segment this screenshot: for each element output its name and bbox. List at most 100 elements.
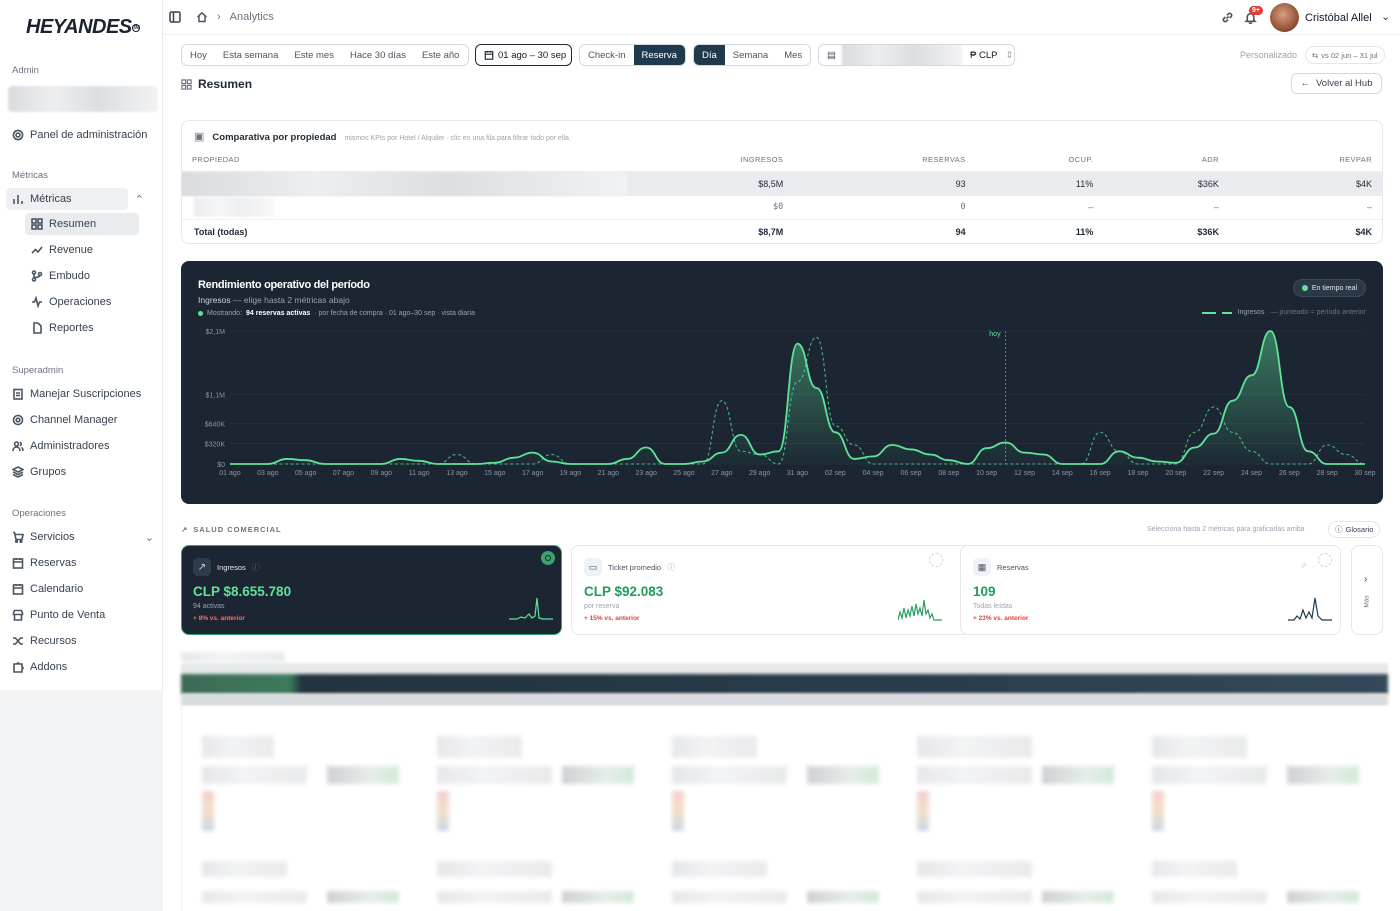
x-tick-label: 24 sep bbox=[1241, 470, 1262, 477]
org-selector[interactable] bbox=[8, 86, 158, 112]
x-tick-label: 04 sep bbox=[863, 470, 884, 477]
sidebar-item-revenue[interactable]: Revenue bbox=[25, 240, 139, 260]
kpi-card-reservas[interactable]: ▦ Reservas ⇗ 109 Todas leídas + 23% vs. … bbox=[960, 545, 1341, 635]
range-este-ano[interactable]: Este año bbox=[414, 45, 468, 65]
kpi-sub: 94 activas bbox=[193, 603, 225, 610]
y-tick-label: $1,1M bbox=[206, 392, 226, 399]
chevron-down-icon[interactable]: ⌄ bbox=[1381, 10, 1390, 23]
kpi-value: 109 bbox=[973, 584, 996, 599]
property-name bbox=[182, 171, 627, 196]
sidebar-section-operaciones: Operaciones bbox=[12, 508, 66, 519]
select-circle-icon[interactable] bbox=[929, 553, 943, 567]
kpi-delta: + 23% vs. anterior bbox=[973, 615, 1029, 622]
brand-logo[interactable]: HEYANDESTM bbox=[26, 16, 140, 39]
info-icon[interactable]: ⓘ bbox=[667, 562, 675, 573]
clipboard-icon bbox=[13, 388, 23, 400]
date-type-checkin[interactable]: Check-in bbox=[580, 45, 634, 65]
cell-reservas: 93 bbox=[955, 178, 966, 189]
kpi-header: ▦ Reservas bbox=[973, 558, 1029, 576]
sidebar-item-administradores[interactable]: Administradores bbox=[12, 436, 109, 456]
sidebar-item-addons[interactable]: Addons bbox=[12, 657, 67, 677]
sidebar-section-metricas: Métricas bbox=[12, 170, 48, 181]
git-branch-icon bbox=[31, 270, 43, 282]
info-icon[interactable]: ⓘ bbox=[252, 562, 260, 573]
sidebar-item-punto-de-venta[interactable]: Punto de Venta bbox=[12, 605, 105, 625]
x-tick-label: 16 sep bbox=[1090, 470, 1111, 477]
kpi-sparkline bbox=[1288, 597, 1332, 621]
date-range-picker[interactable]: 01 ago – 30 sep bbox=[475, 44, 572, 66]
total-revpar: $4K bbox=[1355, 226, 1372, 237]
home-icon[interactable] bbox=[196, 11, 208, 23]
ticket-icon: ▭ bbox=[584, 558, 602, 576]
activity-icon bbox=[32, 296, 42, 308]
date-type-reserva[interactable]: Reserva bbox=[633, 45, 685, 65]
sidebar-item-channel-manager[interactable]: Channel Manager bbox=[12, 410, 117, 430]
page-header: Resumen bbox=[181, 77, 252, 91]
kpi-sparkline bbox=[509, 597, 553, 620]
kpi-card-ingresos[interactable]: ↗ Ingresos ⓘ CLP $8.655.780 94 activas +… bbox=[181, 545, 562, 635]
x-tick-label: 05 ago bbox=[295, 470, 317, 477]
sidebar-item-panel-admin[interactable]: Panel de administración bbox=[12, 125, 147, 145]
total-ingresos: $8,7M bbox=[758, 226, 784, 237]
store-icon bbox=[12, 609, 24, 621]
chevron-up-icon[interactable]: ⌃ bbox=[135, 193, 144, 206]
kpi-more-button[interactable]: › Más bbox=[1351, 545, 1383, 635]
table-row[interactable]: $8,5M 93 11% $36K $4K bbox=[182, 171, 1382, 196]
sidebar-item-servicios[interactable]: Servicios ⌄ bbox=[12, 527, 154, 547]
compare-range-pill[interactable]: ⇆ vs 02 jun – 31 jul bbox=[1305, 46, 1385, 64]
cell-ocup: – bbox=[1088, 202, 1094, 213]
x-tick-label: 01 ago bbox=[219, 470, 241, 477]
property-currency-selector[interactable]: ▤ ₱ CLP ⇕ bbox=[818, 44, 1015, 66]
cell-ingresos: $0 bbox=[773, 202, 784, 213]
sidebar-item-reportes[interactable]: Reportes bbox=[25, 318, 139, 338]
file-icon bbox=[33, 322, 42, 334]
avatar[interactable] bbox=[1270, 3, 1299, 32]
granularity-semana[interactable]: Semana bbox=[725, 45, 776, 65]
link-icon[interactable] bbox=[1221, 11, 1234, 24]
col-reservas: RESERVAS bbox=[922, 155, 966, 165]
sidebar-item-metricas[interactable]: Métricas ⌃ bbox=[6, 188, 144, 210]
col-propiedad: PROPIEDAD bbox=[192, 155, 240, 165]
chevron-down-icon[interactable]: ⌄ bbox=[145, 531, 154, 544]
building-icon: ▤ bbox=[827, 49, 836, 61]
x-tick-label: 09 ago bbox=[371, 470, 393, 477]
kpi-card-ticket-promedio[interactable]: ▭ Ticket promedio ⓘ CLP $92.083 por rese… bbox=[571, 545, 979, 635]
selected-check-icon[interactable] bbox=[541, 551, 555, 565]
chevron-right-icon: › bbox=[217, 11, 221, 23]
gear-icon bbox=[12, 129, 24, 141]
sidebar-toggle-icon[interactable] bbox=[169, 11, 181, 23]
back-to-hub-button[interactable]: ← Volver al Hub bbox=[1291, 73, 1382, 94]
user-name[interactable]: Cristóbal Allel bbox=[1305, 12, 1372, 24]
sidebar-item-grupos[interactable]: Grupos bbox=[12, 462, 66, 482]
range-este-mes[interactable]: Este mes bbox=[286, 45, 342, 65]
range-hace-30-dias[interactable]: Hace 30 días bbox=[342, 45, 414, 65]
select-circle-icon[interactable] bbox=[1318, 553, 1332, 567]
glossary-button[interactable]: ⓘ Glosario bbox=[1328, 521, 1381, 538]
total-label: Total (todas) bbox=[194, 226, 248, 237]
sidebar-item-reservas[interactable]: Reservas bbox=[12, 553, 76, 573]
cart-icon bbox=[13, 531, 24, 543]
external-link-icon[interactable]: ⇗ bbox=[1300, 561, 1307, 570]
sidebar-item-resumen[interactable]: Resumen bbox=[25, 213, 139, 235]
kpi-header: ▭ Ticket promedio ⓘ bbox=[584, 558, 675, 576]
cell-revpar: – bbox=[1366, 202, 1372, 213]
table-row[interactable]: $0 0 – – – bbox=[182, 196, 1382, 220]
y-tick-label: $640K bbox=[205, 421, 226, 428]
granularity-mes[interactable]: Mes bbox=[776, 45, 810, 65]
x-tick-label: 27 ago bbox=[711, 470, 733, 477]
col-adr: ADR bbox=[1201, 155, 1219, 165]
sidebar-item-suscripciones[interactable]: Manejar Suscripciones bbox=[12, 384, 141, 404]
range-hoy[interactable]: Hoy bbox=[182, 45, 215, 65]
x-tick-label: 02 sep bbox=[825, 470, 846, 477]
granularity-dia[interactable]: Día bbox=[694, 45, 725, 65]
puzzle-icon bbox=[13, 662, 24, 673]
sidebar-item-recursos[interactable]: Recursos bbox=[12, 631, 76, 651]
granularity-toggle: Día Semana Mes bbox=[693, 44, 811, 66]
y-tick-label: $0 bbox=[217, 462, 225, 469]
sidebar-item-operaciones-metricas[interactable]: Operaciones bbox=[25, 292, 139, 312]
range-esta-semana[interactable]: Esta semana bbox=[215, 45, 286, 65]
sidebar-item-embudo[interactable]: Embudo bbox=[25, 266, 139, 286]
performance-line-chart[interactable]: $2,1M $1,1M $640K $320K $001 ago 03 ago 05 ago… bbox=[181, 261, 1383, 504]
x-tick-label: 13 ago bbox=[446, 470, 468, 477]
sidebar-item-calendario[interactable]: Calendario bbox=[12, 579, 83, 599]
